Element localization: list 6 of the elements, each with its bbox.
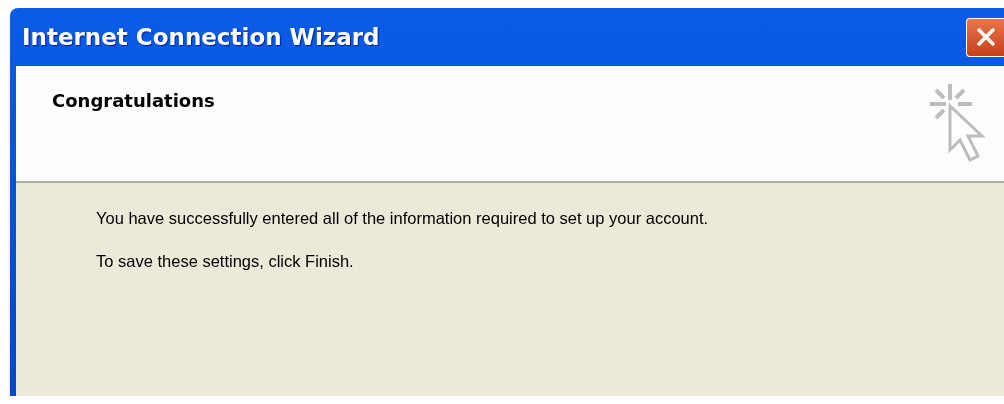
header-title: Congratulations: [52, 90, 215, 111]
close-icon: [975, 27, 996, 47]
body-text: You have successfully entered all of the information required to set up your account.: [96, 209, 710, 228]
close-button[interactable]: [966, 17, 1004, 57]
window-title: Internet Connection Wizard: [22, 24, 380, 50]
body-text: To save these settings, click Finish.: [96, 252, 355, 271]
